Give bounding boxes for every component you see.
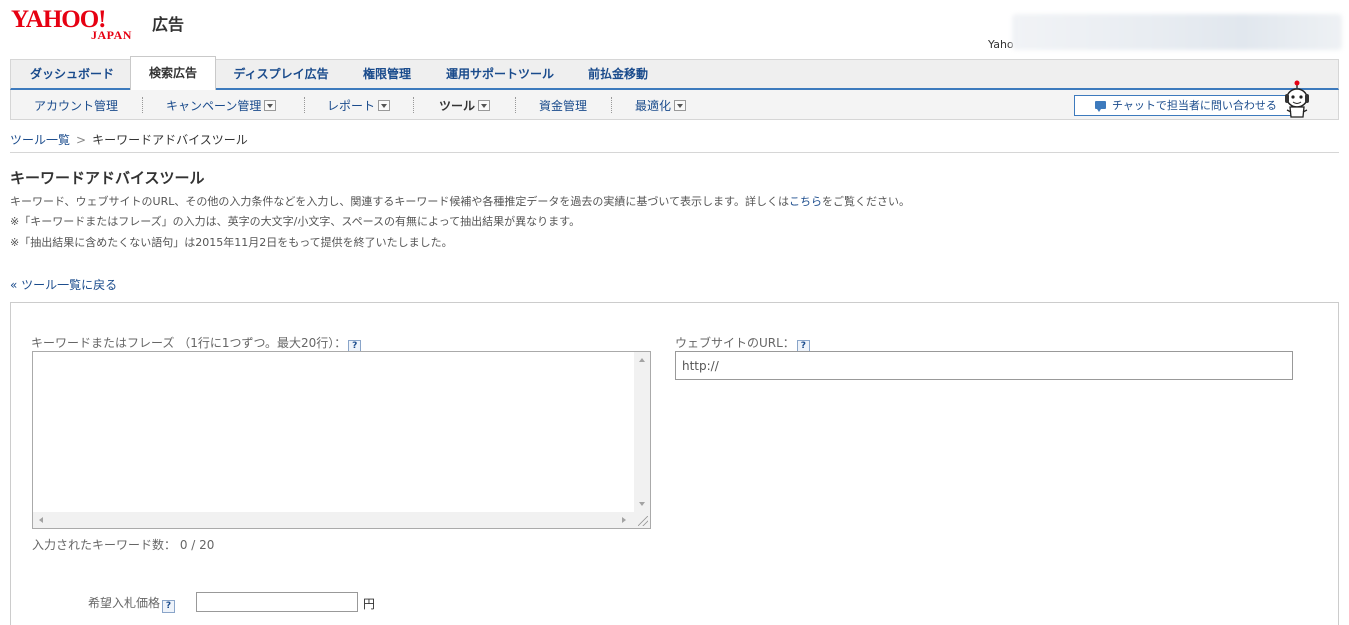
scroll-up-icon[interactable]	[639, 358, 645, 362]
website-url-input[interactable]	[675, 351, 1293, 380]
dropdown-arrow-icon[interactable]	[674, 100, 687, 111]
divider	[515, 97, 516, 113]
description-text: をご覧ください。	[821, 195, 910, 208]
subnav-report[interactable]: レポート	[327, 97, 391, 114]
subnav-label: アカウント管理	[34, 99, 119, 113]
logo-japan-text: JAPAN	[91, 28, 132, 42]
mascot-icon[interactable]	[1283, 80, 1313, 120]
scroll-down-icon[interactable]	[639, 502, 645, 506]
dropdown-arrow-icon[interactable]	[264, 100, 277, 111]
chat-bubble-icon	[1095, 101, 1106, 112]
subnav-label: ツール	[439, 99, 476, 113]
subnav-tools[interactable]: ツール	[439, 97, 491, 114]
keyword-form-panel: キーワードまたはフレーズ （1行に1つずつ。最大20行）：? ウェブサイトのUR…	[10, 302, 1339, 625]
tab-display-ads[interactable]: ディスプレイ広告	[223, 60, 339, 89]
help-icon[interactable]: ?	[162, 600, 176, 613]
subnav-label: レポート	[327, 99, 376, 113]
divider	[142, 97, 143, 113]
breadcrumb-current: キーワードアドバイスツール	[92, 133, 248, 147]
tab-prepaid-transfer[interactable]: 前払金移動	[579, 60, 657, 89]
bid-label-text: 希望入札価格	[88, 596, 161, 610]
main-tab-bar: ダッシュボード 検索広告 ディスプレイ広告 権限管理 運用サポートツール 前払金…	[10, 56, 1339, 91]
details-link[interactable]: こちら	[789, 195, 822, 208]
keyword-count-value: 0 / 20	[179, 538, 215, 552]
divider	[304, 97, 305, 113]
resize-grip-icon	[638, 516, 648, 526]
keyword-textarea[interactable]	[32, 351, 651, 529]
divider	[611, 97, 612, 113]
subnav-account-management[interactable]: アカウント管理	[34, 97, 118, 114]
user-name: Yaho	[988, 38, 1014, 51]
subnav-optimization[interactable]: 最適化	[635, 97, 687, 114]
note-discontinued: ※「抽出結果に含めたくない語句」は2015年11月2日をもって提供を終了いたしま…	[10, 236, 453, 249]
keyword-label-text: キーワードまたはフレーズ （1行に1つずつ。最大20行）：	[31, 336, 347, 350]
bid-currency-unit: 円	[363, 597, 376, 611]
tab-search-ads[interactable]: 検索広告	[130, 56, 216, 91]
divider	[10, 152, 1339, 153]
note-case-sensitivity: ※「キーワードまたはフレーズ」の入力は、英字の大文字/小文字、スペースの有無によ…	[10, 215, 581, 228]
bid-price-input[interactable]	[196, 592, 358, 612]
blurred-account-info	[1012, 14, 1342, 50]
subnav-label: キャンペーン管理	[166, 99, 262, 113]
vertical-scrollbar[interactable]	[634, 352, 650, 514]
tab-support-tools[interactable]: 運用サポートツール	[435, 60, 565, 89]
horizontal-scrollbar[interactable]	[33, 512, 636, 528]
yahoo-ads-logo[interactable]: YAHOO! JAPAN 広告	[11, 6, 191, 42]
divider	[413, 97, 414, 113]
breadcrumb: ツール一覧 > キーワードアドバイスツール	[10, 131, 248, 148]
page-title: キーワードアドバイスツール	[10, 169, 205, 187]
subnav-campaign-management[interactable]: キャンペーン管理	[166, 97, 277, 114]
dropdown-arrow-icon[interactable]	[378, 100, 391, 111]
description-text: キーワード、ウェブサイトのURL、その他の入力条件などを入力し、関連するキーワー…	[10, 195, 789, 208]
back-to-tool-list-link[interactable]: « ツール一覧に戻る	[10, 276, 117, 293]
bid-price-label: 希望入札価格?	[88, 594, 176, 613]
subnav-funds-management[interactable]: 資金管理	[539, 97, 587, 114]
tab-dashboard[interactable]: ダッシュボード	[19, 60, 125, 89]
url-label-text: ウェブサイトのURL：	[675, 336, 795, 350]
resize-handle[interactable]	[634, 512, 650, 528]
keyword-count: 入力されたキーワード数： 0 / 20	[32, 536, 214, 553]
breadcrumb-separator: >	[76, 133, 87, 147]
scroll-right-icon[interactable]	[622, 517, 626, 523]
breadcrumb-tool-list-link[interactable]: ツール一覧	[10, 133, 70, 147]
page-description: キーワード、ウェブサイトのURL、その他の入力条件などを入力し、関連するキーワー…	[10, 193, 910, 209]
dropdown-arrow-icon[interactable]	[478, 100, 491, 111]
subnav-label: 資金管理	[539, 99, 588, 113]
scroll-left-icon[interactable]	[39, 517, 43, 523]
subnav-label: 最適化	[635, 99, 672, 113]
logo-product-text: 広告	[152, 15, 185, 34]
keyword-count-label: 入力されたキーワード数：	[32, 538, 177, 552]
sub-navigation: アカウント管理 キャンペーン管理 レポート ツール 資金管理 最適化 チャットで…	[10, 90, 1339, 120]
chat-button-label: チャットで担当者に問い合わせる	[1112, 99, 1277, 112]
tab-permissions[interactable]: 権限管理	[351, 60, 423, 89]
chat-support-button[interactable]: チャットで担当者に問い合わせる	[1074, 95, 1292, 116]
